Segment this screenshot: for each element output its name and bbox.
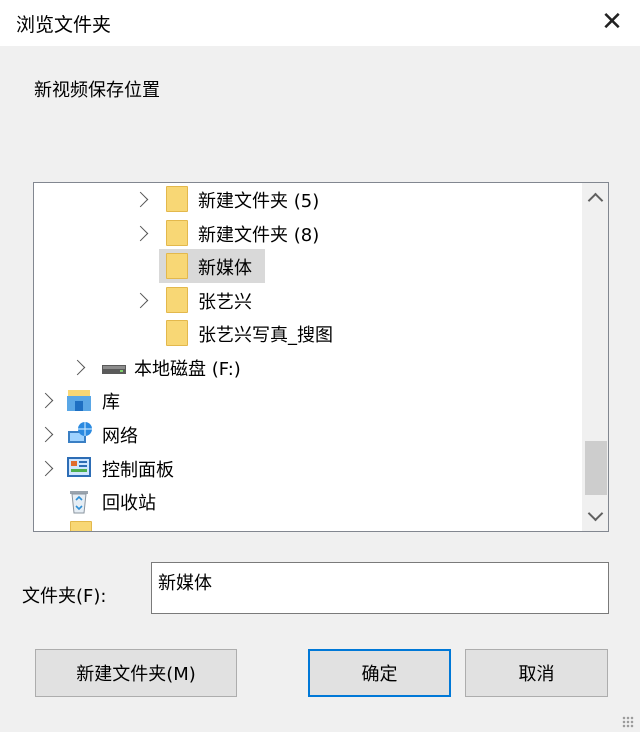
folder-icon: [166, 253, 188, 279]
tree-item-zhang-yixing-photos[interactable]: 张艺兴写真_搜图: [34, 317, 582, 349]
ok-button[interactable]: 确定: [308, 649, 451, 697]
tree-item-network[interactable]: 网络: [34, 418, 582, 450]
tree-item-label: 控制面板: [102, 460, 174, 481]
vertical-scrollbar[interactable]: [582, 183, 608, 531]
resize-grip[interactable]: [622, 716, 634, 728]
window-title: 浏览文件夹: [16, 14, 112, 36]
folder-tree[interactable]: 新建文件夹 (5) 新建文件夹 (8) 新媒体 张艺兴 张艺兴写真_搜图 本地磁…: [33, 182, 609, 532]
folder-icon: [166, 186, 188, 212]
folder-field-label: 文件夹(F):: [22, 586, 107, 607]
chevron-right-icon[interactable]: [37, 426, 54, 443]
tree-item-label: 张艺兴写真_搜图: [198, 325, 333, 346]
tree-item-label: 新建文件夹 (8): [198, 225, 320, 246]
tree-item-zhang-yixing[interactable]: 张艺兴: [34, 284, 582, 316]
tree-item-label: 本地磁盘 (F:): [134, 359, 241, 380]
folder-icon: [70, 521, 92, 531]
tree-item-folder-5[interactable]: 新建文件夹 (5): [34, 183, 582, 215]
close-icon: ✕: [601, 7, 623, 37]
folder-icon: [166, 320, 188, 346]
drive-icon: [102, 365, 126, 374]
tree-item-label: 库: [102, 392, 120, 413]
tree-item-folder-8[interactable]: 新建文件夹 (8): [34, 217, 582, 249]
folder-input[interactable]: 新媒体: [151, 562, 609, 614]
tree-item-recycle-bin[interactable]: 回收站: [34, 485, 582, 517]
tree-item-local-disk-f[interactable]: 本地磁盘 (F:): [34, 351, 582, 383]
scroll-down-button[interactable]: [582, 501, 608, 531]
recycle-bin-icon: [70, 491, 88, 514]
tree-item-library[interactable]: 库: [34, 384, 582, 416]
scrollbar-thumb[interactable]: [585, 441, 607, 495]
tree-item-control-panel[interactable]: 控制面板: [34, 452, 582, 484]
chevron-right-icon[interactable]: [37, 460, 54, 477]
chevron-up-icon: [587, 192, 603, 209]
tree-item-label: 回收站: [102, 493, 156, 514]
control-panel-icon: [67, 457, 91, 477]
dialog-description: 新视频保存位置: [34, 80, 160, 101]
cancel-button[interactable]: 取消: [465, 649, 608, 697]
chevron-down-icon: [587, 505, 603, 522]
title-bar: 浏览文件夹 ✕: [0, 0, 640, 46]
tree-item-label: 新媒体: [198, 258, 252, 279]
tree-item-label: 张艺兴: [198, 292, 252, 313]
chevron-right-icon[interactable]: [132, 225, 149, 242]
tree-item-new-media[interactable]: 新媒体: [34, 250, 582, 282]
folder-icon: [166, 220, 188, 246]
close-button[interactable]: ✕: [592, 2, 632, 42]
chevron-right-icon[interactable]: [37, 392, 54, 409]
scroll-up-button[interactable]: [582, 183, 608, 213]
chevron-right-icon[interactable]: [132, 292, 149, 309]
network-icon: [68, 422, 92, 443]
chevron-right-icon[interactable]: [132, 191, 149, 208]
folder-icon: [166, 287, 188, 313]
tree-item-label: 网络: [102, 426, 138, 447]
new-folder-button[interactable]: 新建文件夹(M): [35, 649, 237, 697]
library-icon: [67, 390, 91, 411]
chevron-right-icon[interactable]: [69, 359, 86, 376]
tree-item-label: 新建文件夹 (5): [198, 191, 320, 212]
